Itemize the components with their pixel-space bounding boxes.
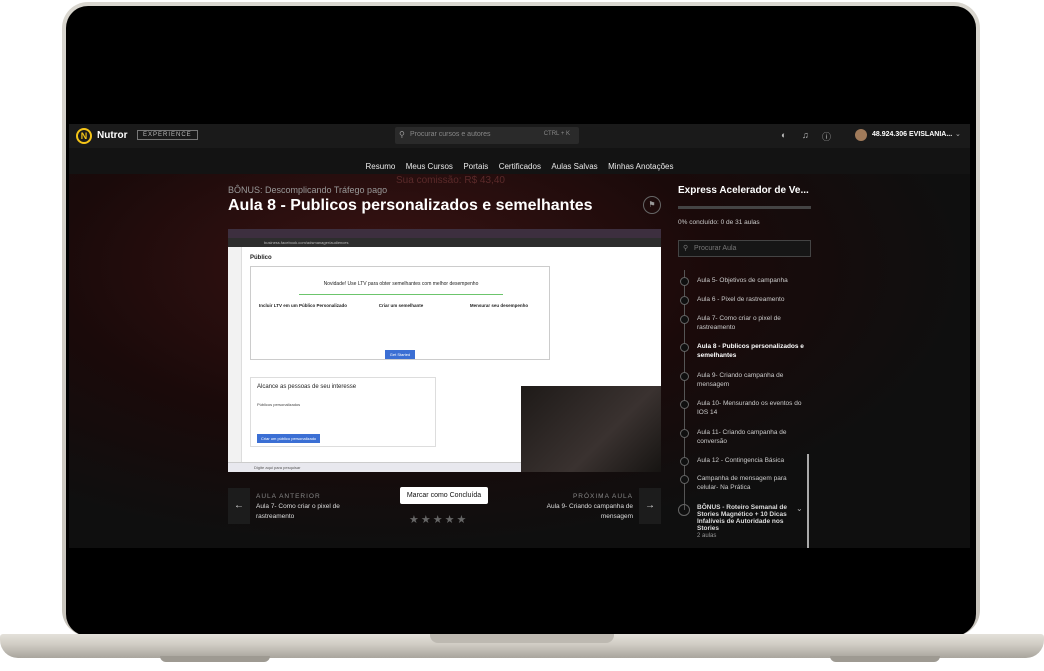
- search-icon: ⚲: [399, 130, 405, 139]
- course-title: Express Acelerador de Ve...: [678, 185, 809, 196]
- course-progress-bar: [678, 206, 811, 209]
- lesson-title: Aula 11- Criando campanha de conversão: [697, 429, 787, 445]
- nutror-logo-icon[interactable]: N: [76, 128, 92, 144]
- bell-icon[interactable]: ♫: [802, 130, 809, 140]
- lesson-title: Aula 10- Mensurando os eventos do IOS 14: [697, 400, 802, 416]
- lesson-status-icon: [680, 315, 689, 324]
- next-arrow-icon[interactable]: →: [639, 488, 661, 524]
- experience-badge: EXPERIENCE: [137, 130, 198, 140]
- ltv-progress-line: [299, 294, 503, 295]
- brand-name[interactable]: Nutror: [97, 130, 128, 141]
- lesson-status-icon: [680, 400, 689, 409]
- lesson-title: Aula 12 - Contingencia Básica: [697, 457, 785, 464]
- commission-ghost-text: Sua comissão: R$ 43,40: [396, 175, 505, 186]
- laptop-foot-right: [830, 656, 940, 662]
- lesson-title: Aula 8 - Publicos personalizados e semel…: [697, 343, 804, 359]
- app-screen: N Nutror EXPERIENCE ⚲ Procurar cursos e …: [69, 124, 970, 548]
- lesson-search-input[interactable]: ⚲ Procurar Aula: [678, 240, 811, 257]
- course-sidebar: Express Acelerador de Ve... 0% concluído…: [678, 174, 818, 548]
- nav-item-resumo[interactable]: Resumo: [366, 162, 396, 171]
- lesson-status-icon: [680, 475, 689, 484]
- video-player[interactable]: business.facebook.com/adsmanager/audienc…: [228, 229, 661, 472]
- top-header: N Nutror EXPERIENCE ⚲ Procurar cursos e …: [69, 124, 970, 148]
- nav-item-certificados[interactable]: Certificados: [499, 162, 541, 171]
- create-audience-button: Criar um público personalizado: [257, 434, 321, 443]
- lesson-title: Aula 7- Como criar o pixel de rastreamen…: [697, 315, 781, 331]
- laptop-foot-left: [160, 656, 270, 662]
- theme-toggle-icon[interactable]: ◐: [781, 130, 786, 140]
- prev-lesson-label: AULA ANTERIOR: [256, 493, 321, 500]
- nav-item-meus-cursos[interactable]: Meus Cursos: [406, 162, 453, 171]
- search-shortcut: CTRL + K: [543, 131, 570, 137]
- video-url-bar: business.facebook.com/adsmanager/audienc…: [228, 238, 661, 247]
- lesson-title: Campanha de mensagem para celular- Na Pr…: [697, 475, 787, 491]
- ltv-step-1: Incluir LTV em um Público Personalizado: [259, 303, 347, 308]
- prev-arrow-icon[interactable]: ←: [228, 488, 250, 524]
- rating-stars[interactable]: ★★★★★: [409, 513, 468, 526]
- next-lesson-label: PRÓXIMA AULA: [572, 493, 633, 500]
- lesson-status-icon: [680, 296, 689, 305]
- bookmark-icon[interactable]: ⚑: [643, 196, 661, 214]
- user-name[interactable]: 48.924.306 EVISLANIA...: [872, 131, 952, 138]
- lesson-title: Aula 6 - Pixel de rastreamento: [697, 296, 785, 303]
- lesson-area: Sua comissão: R$ 43,40 BÔNUS: Descomplic…: [69, 174, 970, 548]
- next-lesson-title[interactable]: Aula 9- Criando campanha de mensagem: [533, 502, 633, 522]
- lesson-status-icon: [680, 457, 689, 466]
- search-icon: ⚲: [683, 245, 689, 252]
- sidebar-scrollbar[interactable]: [807, 454, 809, 548]
- lesson-title: Aula 5- Objetivos de campanha: [697, 277, 788, 284]
- nav-item-minhas-anotacoes[interactable]: Minhas Anotações: [608, 162, 673, 171]
- video-page-title: Público: [250, 255, 272, 261]
- video-fb-sidebar: [228, 247, 242, 462]
- taskbar-search: Digite aqui para pesquisar: [254, 465, 301, 470]
- lesson-title: Aula 9- Criando campanha de mensagem: [697, 372, 784, 388]
- reach-heading: Alcance as pessoas de seu interesse: [257, 384, 357, 390]
- reach-subheading: Públicos personalizados: [257, 402, 301, 407]
- help-icon[interactable]: ⓘ: [822, 130, 831, 143]
- module-status-icon: [678, 504, 690, 516]
- lesson-status-icon: [680, 277, 689, 286]
- breadcrumb[interactable]: BÔNUS: Descomplicando Tráfego pago: [228, 185, 387, 195]
- webcam-overlay: [521, 386, 661, 472]
- progress-text: 0% concluído: 0 de 31 aulas: [678, 219, 760, 226]
- avatar[interactable]: [855, 129, 867, 141]
- lesson-status-icon: [680, 343, 689, 352]
- video-reach-panel: Alcance as pessoas de seu interesse Públ…: [250, 377, 436, 447]
- bonus-module-title: BÔNUS - Roteiro Semanal de Stories Magné…: [697, 504, 787, 532]
- chevron-down-icon[interactable]: ⌄: [955, 130, 961, 138]
- video-taskbar: Digite aqui para pesquisar: [228, 462, 521, 472]
- ltv-heading: Novidade! Use LTV para obter semelhantes…: [323, 281, 479, 287]
- search-placeholder: Procurar cursos e autores: [410, 131, 491, 138]
- chevron-down-icon[interactable]: ⌄: [796, 504, 803, 513]
- mark-complete-button[interactable]: Marcar como Concluída: [400, 487, 488, 504]
- bonus-lesson-count: 2 aulas: [697, 533, 717, 539]
- get-started-button: Get Started: [385, 350, 415, 359]
- main-nav: Resumo Meus Cursos Portais Certificados …: [69, 148, 970, 174]
- video-ltv-card: Novidade! Use LTV para obter semelhantes…: [250, 266, 550, 360]
- lesson-status-icon: [680, 372, 689, 381]
- nav-item-aulas-salvas[interactable]: Aulas Salvas: [551, 162, 597, 171]
- lesson-status-icon: [680, 429, 689, 438]
- ltv-step-2: Criar um semelhante: [378, 303, 424, 308]
- lesson-search-placeholder: Procurar Aula: [694, 245, 737, 252]
- laptop-notch: [430, 634, 614, 643]
- prev-lesson-title[interactable]: Aula 7- Como criar o pixel de rastreamen…: [256, 502, 356, 522]
- timeline-line: [684, 270, 685, 510]
- ltv-step-3: Mensurar seu desempenho: [469, 303, 529, 308]
- page-title: Aula 8 - Publicos personalizados e semel…: [228, 197, 593, 214]
- global-search[interactable]: ⚲ Procurar cursos e autores CTRL + K: [395, 127, 579, 144]
- nav-item-portais[interactable]: Portais: [463, 162, 488, 171]
